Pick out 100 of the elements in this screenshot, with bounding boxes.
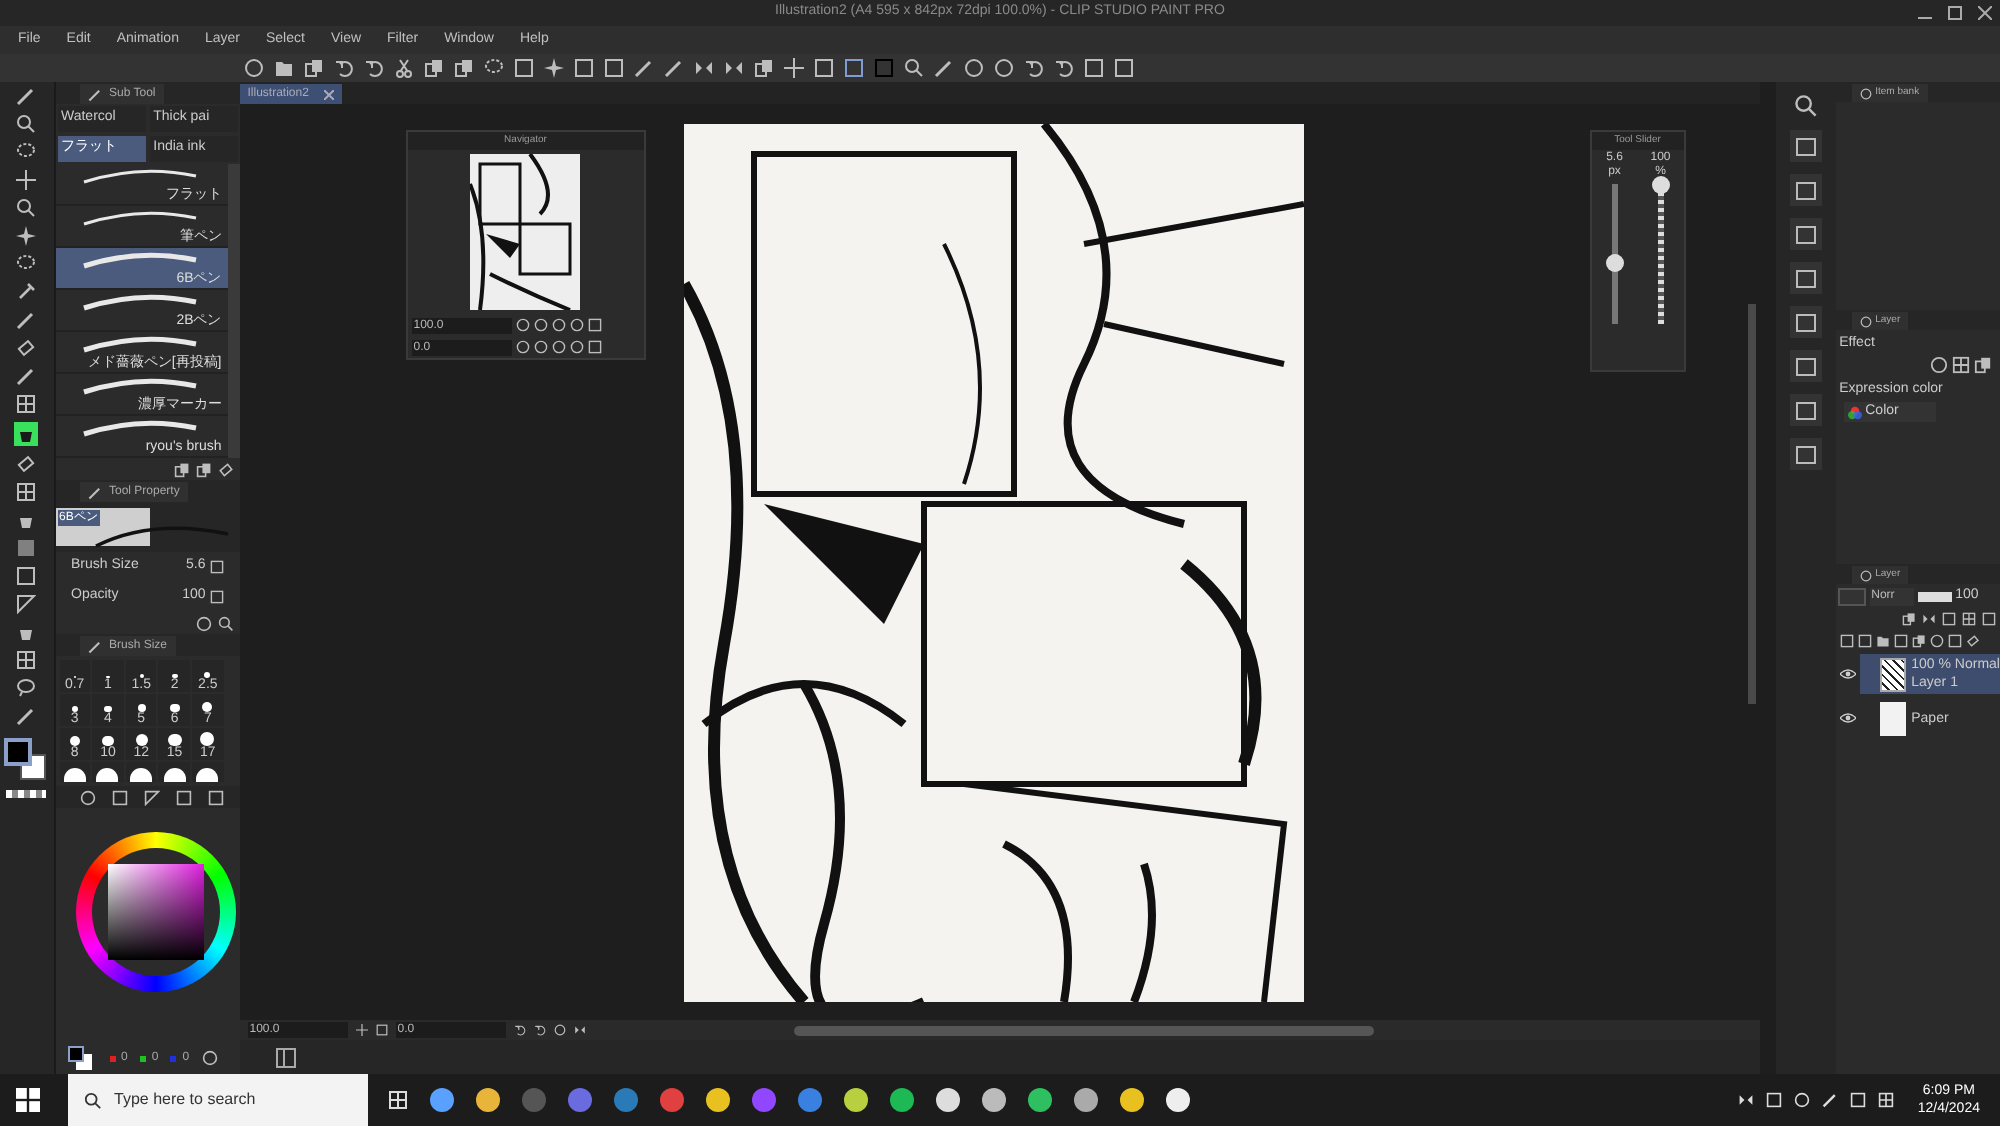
- flip-icon[interactable]: [724, 58, 744, 78]
- circle-icon[interactable]: [195, 615, 212, 631]
- flip-icon[interactable]: [573, 1024, 586, 1036]
- sparkle-icon[interactable]: [16, 226, 37, 246]
- eraser-icon[interactable]: [16, 338, 37, 358]
- square-icon[interactable]: [574, 58, 594, 78]
- square-icon[interactable]: [16, 566, 37, 586]
- side-panel-button[interactable]: [1789, 350, 1822, 382]
- square-icon[interactable]: [209, 560, 224, 574]
- square-icon[interactable]: [1114, 58, 1134, 78]
- side-panel-button[interactable]: [1789, 394, 1822, 426]
- circle-icon[interactable]: [79, 789, 95, 805]
- flip-icon[interactable]: [694, 58, 714, 78]
- scissors-icon[interactable]: [394, 58, 414, 78]
- side-panel-button[interactable]: [1789, 262, 1822, 294]
- app-icon[interactable]: [1120, 1088, 1144, 1112]
- maximize-icon[interactable]: [1948, 6, 1962, 20]
- square-icon[interactable]: [587, 318, 602, 332]
- search-icon[interactable]: [1793, 94, 1818, 118]
- search-icon[interactable]: [16, 198, 37, 218]
- square-icon[interactable]: [1981, 612, 1996, 626]
- sparkle-icon[interactable]: [544, 58, 564, 78]
- side-panel-button[interactable]: [1789, 174, 1822, 206]
- search-field[interactable]: Type here to search: [68, 1074, 368, 1126]
- app-icon[interactable]: [936, 1088, 960, 1112]
- move-icon[interactable]: [784, 58, 804, 78]
- flip-icon[interactable]: [1921, 612, 1936, 626]
- opacity-slider[interactable]: [1917, 591, 1952, 601]
- eraser-icon[interactable]: [16, 454, 37, 474]
- grid-icon[interactable]: [1951, 355, 1970, 373]
- circle-icon[interactable]: [994, 58, 1014, 78]
- circle-icon[interactable]: [201, 1050, 218, 1066]
- circle-icon[interactable]: [515, 340, 530, 354]
- color-square[interactable]: [107, 864, 203, 960]
- grid-icon[interactable]: [16, 394, 37, 414]
- undo-icon[interactable]: [1054, 58, 1074, 78]
- circle-icon[interactable]: [515, 318, 530, 332]
- circle-icon[interactable]: [244, 58, 264, 78]
- square-icon[interactable]: [814, 58, 834, 78]
- app-icon[interactable]: [706, 1088, 730, 1112]
- close-icon[interactable]: [1978, 6, 1992, 20]
- pen-icon[interactable]: [16, 706, 37, 726]
- circle-icon[interactable]: [964, 58, 984, 78]
- square-icon[interactable]: [1084, 58, 1104, 78]
- color-swatches[interactable]: [67, 1046, 91, 1070]
- triangle-icon[interactable]: [143, 789, 159, 805]
- lasso-icon[interactable]: [484, 58, 504, 78]
- folder-icon[interactable]: [274, 58, 294, 78]
- app-icon[interactable]: [430, 1088, 454, 1112]
- folder-icon[interactable]: [1875, 634, 1890, 648]
- triangle-icon[interactable]: [16, 594, 37, 614]
- pen-icon[interactable]: [16, 310, 37, 330]
- search-icon[interactable]: [217, 615, 234, 631]
- pen-icon[interactable]: [16, 86, 37, 106]
- side-panel-button[interactable]: [1789, 306, 1822, 338]
- layer-color-button[interactable]: [1837, 587, 1866, 605]
- close-icon[interactable]: [324, 89, 335, 99]
- balloon-icon[interactable]: [16, 678, 37, 698]
- eye-icon[interactable]: [1839, 666, 1856, 682]
- eraser-icon[interactable]: [1965, 634, 1980, 648]
- app-icon[interactable]: [1074, 1088, 1098, 1112]
- side-panel-button[interactable]: [1789, 438, 1822, 470]
- circle-icon[interactable]: [1929, 634, 1944, 648]
- square-icon[interactable]: [207, 789, 223, 805]
- circle-icon[interactable]: [569, 340, 584, 354]
- windows-icon[interactable]: [16, 1088, 40, 1112]
- square-icon[interactable]: [1839, 634, 1854, 648]
- copy-icon[interactable]: [1973, 355, 1992, 373]
- square-icon[interactable]: [514, 58, 534, 78]
- app-icon[interactable]: [844, 1088, 868, 1112]
- lasso-icon[interactable]: [16, 254, 37, 274]
- undo-icon[interactable]: [1024, 58, 1044, 78]
- square-icon[interactable]: [1947, 634, 1962, 648]
- dropper-icon[interactable]: [16, 282, 37, 302]
- eraser-icon[interactable]: [217, 461, 234, 477]
- slider-thumb[interactable]: [1651, 176, 1670, 194]
- circle-icon[interactable]: [533, 318, 548, 332]
- circle-icon[interactable]: [1793, 1092, 1810, 1108]
- side-panel-button[interactable]: [1789, 130, 1822, 162]
- scrollbar[interactable]: [1748, 304, 1757, 704]
- square-icon[interactable]: [1857, 634, 1872, 648]
- pen-icon[interactable]: [934, 58, 954, 78]
- square-icon[interactable]: [1893, 634, 1908, 648]
- grid-icon[interactable]: [1877, 1092, 1894, 1108]
- circle-icon[interactable]: [553, 1024, 566, 1036]
- gradient-icon[interactable]: [16, 538, 37, 558]
- circle-icon[interactable]: [551, 318, 566, 332]
- square-icon[interactable]: [587, 340, 602, 354]
- grid-icon[interactable]: [16, 650, 37, 670]
- app-icon[interactable]: [1166, 1088, 1190, 1112]
- horizontal-scrollbar[interactable]: [793, 1025, 1374, 1035]
- undo-icon[interactable]: [334, 58, 354, 78]
- eye-icon[interactable]: [1839, 710, 1856, 726]
- app-icon[interactable]: [1028, 1088, 1052, 1112]
- lasso-icon[interactable]: [16, 142, 37, 162]
- square-icon[interactable]: [175, 789, 191, 805]
- pen-icon[interactable]: [1821, 1092, 1838, 1108]
- undo-icon[interactable]: [533, 1024, 546, 1036]
- pen-icon[interactable]: [16, 366, 37, 386]
- app-icon[interactable]: [890, 1088, 914, 1112]
